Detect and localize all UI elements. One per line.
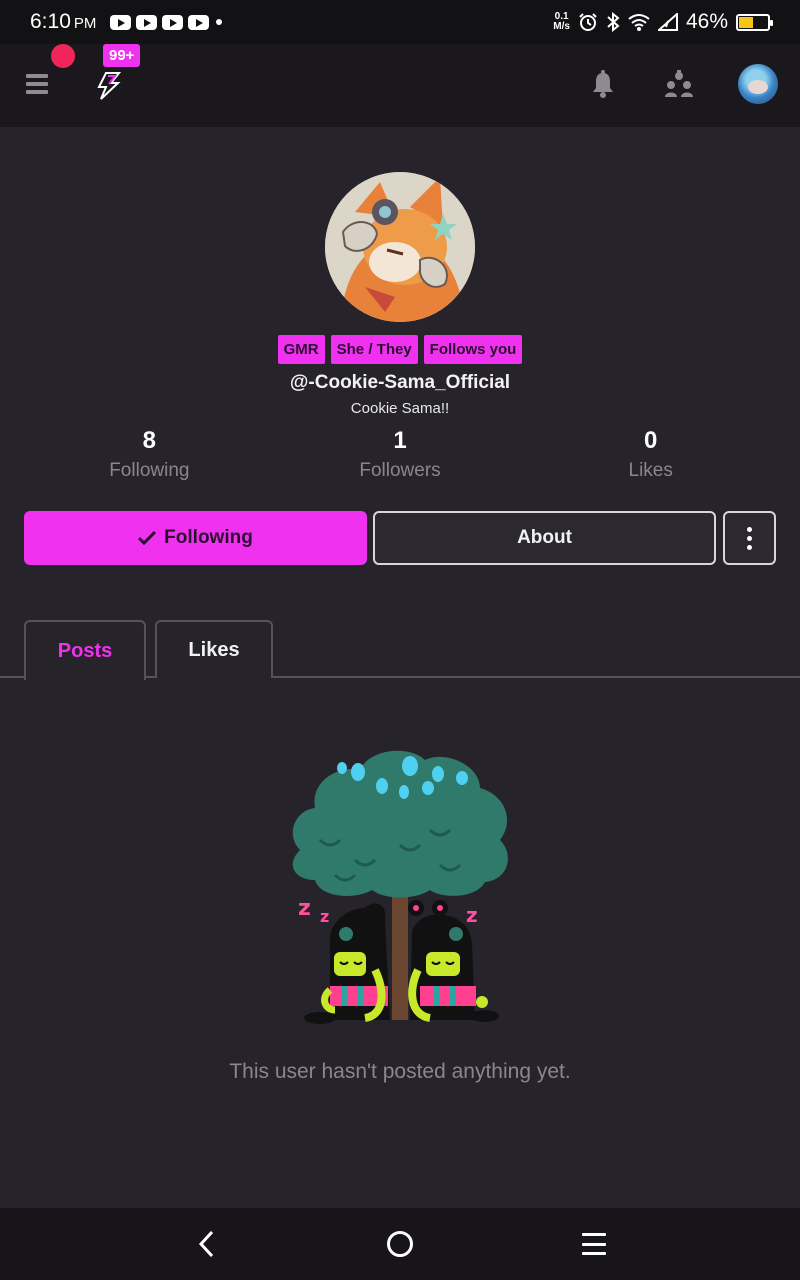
system-nav-bar — [0, 1208, 800, 1280]
svg-text:z: z — [320, 907, 329, 926]
profile-username: @-Cookie-Sama_Official — [289, 372, 511, 393]
empty-state-message: This user hasn't posted anything yet. — [229, 1060, 571, 1083]
kebab-dot-icon — [747, 535, 752, 541]
about-button[interactable]: About — [373, 511, 716, 565]
sleeping-tree-illustration: z z z — [292, 750, 508, 1024]
about-button-label: About — [517, 527, 572, 548]
kebab-dot-icon — [747, 544, 752, 550]
stat-likes[interactable]: 0 Likes — [525, 426, 776, 482]
battery-fill — [739, 16, 753, 28]
checkmark-icon — [138, 531, 157, 545]
bell-icon[interactable] — [590, 70, 616, 98]
stat-label: Likes — [628, 460, 673, 481]
following-button[interactable]: Following — [24, 511, 367, 565]
stat-value: 8 — [142, 427, 157, 454]
live-dot-icon — [51, 44, 75, 68]
youtube-icon — [162, 14, 184, 30]
stat-label: Followers — [359, 460, 441, 481]
notification-count-badge: 99+ — [103, 44, 141, 67]
profile-display-name: Cookie Sama!! — [350, 400, 450, 417]
recents-icon[interactable] — [582, 1233, 606, 1255]
status-ampm: PM — [73, 15, 97, 32]
profile-avatar-image — [325, 172, 475, 322]
people-icon[interactable] — [664, 70, 694, 98]
lightning-icon[interactable] — [96, 72, 122, 100]
tab-likes[interactable]: Likes — [155, 620, 273, 678]
more-notifications-dot — [216, 19, 223, 25]
stat-value: 1 — [393, 427, 407, 454]
network-speed-unit: M/s — [553, 21, 570, 32]
network-speed: 0.1 M/s — [553, 12, 570, 32]
stat-followers[interactable]: 1 Followers — [275, 426, 526, 482]
battery-icon — [736, 13, 773, 31]
profile-avatar — [325, 172, 475, 322]
profile-tags: GMR She / They Follows you — [0, 335, 800, 364]
status-bar: 6:10 PM 0.1 M/s 46% — [0, 0, 800, 44]
kebab-dot-icon — [747, 526, 752, 532]
tag-pronouns: She / They — [330, 335, 418, 364]
youtube-icon — [110, 14, 132, 30]
stat-value: 0 — [644, 427, 658, 454]
app-header: 99+ — [0, 44, 800, 127]
tag-follows-you: Follows you — [423, 335, 523, 364]
following-button-label: Following — [164, 527, 253, 548]
status-time: 6:10 PM — [30, 10, 97, 33]
svg-text:z: z — [298, 896, 311, 921]
stat-following[interactable]: 8 Following — [24, 426, 275, 482]
svg-text:z: z — [466, 903, 478, 927]
home-icon[interactable] — [387, 1231, 413, 1257]
tab-posts[interactable]: Posts — [24, 620, 146, 680]
user-avatar[interactable] — [738, 64, 778, 104]
profile-stats: 8 Following 1 Followers 0 Likes — [24, 426, 776, 482]
back-icon[interactable] — [196, 1230, 218, 1258]
status-right: 0.1 M/s 46% — [553, 0, 773, 44]
youtube-icon — [136, 14, 158, 30]
bluetooth-icon — [607, 12, 620, 32]
signal-icon — [657, 13, 678, 31]
battery-percent: 46% — [685, 10, 728, 33]
menu-icon[interactable] — [26, 74, 48, 94]
tag-gmr: GMR — [277, 335, 325, 364]
status-notification-icons — [110, 14, 223, 30]
wifi-icon — [628, 14, 650, 31]
profile-actions: Following About — [24, 511, 776, 565]
more-options-button[interactable] — [723, 511, 776, 565]
youtube-icon — [188, 14, 210, 30]
stat-label: Following — [109, 460, 190, 481]
alarm-icon — [579, 13, 597, 31]
